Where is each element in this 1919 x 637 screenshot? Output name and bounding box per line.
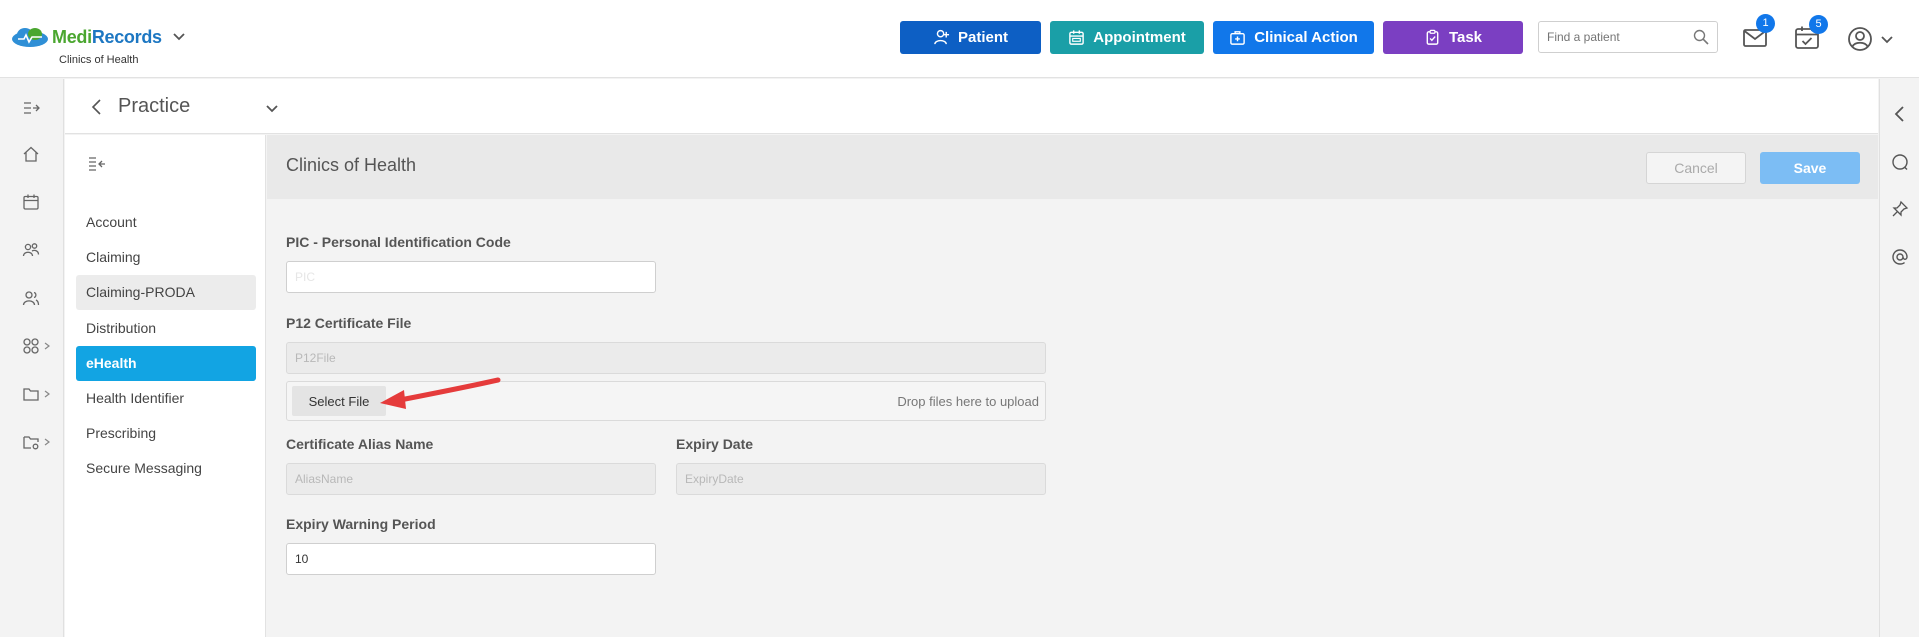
- p12-file-field: P12File: [286, 342, 1046, 374]
- new-appointment-button[interactable]: Appointment: [1050, 21, 1204, 54]
- patient-search[interactable]: [1538, 21, 1718, 53]
- breadcrumb: Practice: [65, 79, 1878, 134]
- user-avatar-icon: [1848, 27, 1872, 51]
- cancel-button[interactable]: Cancel: [1646, 152, 1746, 184]
- tasks-calendar-button[interactable]: 5: [1794, 15, 1828, 51]
- calendar-icon: [1069, 30, 1085, 45]
- sidebar-item-account[interactable]: Account: [76, 205, 256, 240]
- ehealth-settings-panel: Clinics of Health Cancel Save PIC - Pers…: [267, 135, 1878, 637]
- expand-menu-icon[interactable]: [22, 99, 40, 117]
- folder-icon[interactable]: [22, 385, 40, 403]
- appointment-button-label: Appointment: [1093, 29, 1186, 46]
- expiry-date-label: Expiry Date: [676, 436, 754, 452]
- sidebar-item-claiming[interactable]: Claiming: [76, 240, 256, 275]
- drop-files-hint: Drop files here to upload: [897, 394, 1039, 409]
- save-button[interactable]: Save: [1760, 152, 1860, 184]
- folder-settings-icon[interactable]: [22, 433, 40, 451]
- task-button-label: Task: [1448, 29, 1483, 46]
- clinical-action-button[interactable]: Clinical Action: [1213, 21, 1374, 54]
- clipboard-check-icon: [1426, 29, 1439, 45]
- chat-icon[interactable]: [1891, 153, 1909, 171]
- user-menu-button[interactable]: [1847, 26, 1897, 52]
- user-plus-icon: [934, 29, 950, 45]
- pin-icon[interactable]: [1891, 200, 1909, 218]
- logo-records: Records: [91, 26, 162, 47]
- sidebar-item-prescribing[interactable]: Prescribing: [76, 416, 256, 451]
- contacts-icon[interactable]: [22, 289, 40, 307]
- sidebar-item-distribution[interactable]: Distribution: [76, 311, 256, 346]
- chevron-down-icon[interactable]: [172, 30, 186, 44]
- sidebar-item-health-identifier[interactable]: Health Identifier: [76, 381, 256, 416]
- pic-label: PIC - Personal Identification Code: [286, 234, 511, 250]
- chevron-down-icon: [1881, 36, 1893, 44]
- new-task-button[interactable]: Task: [1383, 21, 1523, 54]
- right-icon-rail: [1879, 79, 1919, 637]
- people-group-icon[interactable]: [22, 241, 40, 259]
- app-logo[interactable]: MediRecords: [10, 26, 186, 48]
- chevron-right-icon: [44, 438, 50, 446]
- alias-label: Certificate Alias Name: [286, 436, 434, 452]
- logo-medi: Medi: [52, 26, 92, 47]
- left-icon-rail: [0, 79, 64, 637]
- sidebar-item-ehealth[interactable]: eHealth: [76, 346, 256, 381]
- patient-button-label: Patient: [957, 29, 1008, 46]
- tasks-badge: 5: [1809, 15, 1828, 34]
- expiry-warning-field[interactable]: 10: [286, 543, 656, 575]
- alias-name-field: AliasName: [286, 463, 656, 495]
- chevron-down-icon[interactable]: [266, 104, 278, 114]
- pic-field[interactable]: PIC: [286, 261, 656, 293]
- app-name: MediRecords: [52, 27, 162, 48]
- chevron-right-icon: [44, 342, 50, 350]
- search-icon[interactable]: [1693, 29, 1709, 45]
- at-sign-icon[interactable]: [1891, 248, 1909, 266]
- sidebar-item-secure-messaging[interactable]: Secure Messaging: [76, 451, 256, 486]
- p12-label: P12 Certificate File: [286, 315, 412, 331]
- select-file-button[interactable]: Select File: [292, 386, 386, 416]
- back-arrow-icon[interactable]: [90, 99, 104, 115]
- expiry-warning-label: Expiry Warning Period: [286, 516, 436, 532]
- collapse-menu-icon[interactable]: [88, 156, 106, 172]
- new-patient-button[interactable]: Patient: [900, 21, 1041, 54]
- cloud-logo-icon: [12, 28, 48, 47]
- home-icon[interactable]: [22, 145, 40, 163]
- messages-button[interactable]: 1: [1742, 14, 1775, 50]
- annotation-arrow-icon: [380, 377, 501, 409]
- calendar-icon[interactable]: [22, 193, 40, 211]
- chevron-left-icon[interactable]: [1891, 105, 1909, 123]
- settings-sidebar: Account Claiming Claiming-PRODA Distribu…: [65, 135, 266, 637]
- clinical-action-button-label: Clinical Action: [1254, 29, 1358, 46]
- clinic-name: Clinics of Health: [59, 54, 139, 66]
- modules-icon[interactable]: [22, 337, 40, 355]
- medical-kit-icon: [1230, 31, 1246, 45]
- panel-title: Clinics of Health: [286, 155, 417, 175]
- search-input[interactable]: [1539, 22, 1684, 52]
- panel-header: Clinics of Health Cancel Save: [267, 135, 1878, 199]
- expiry-date-field: ExpiryDate: [676, 463, 1046, 495]
- messages-badge: 1: [1756, 14, 1775, 33]
- top-bar: MediRecords Clinics of Health Patient Ap…: [0, 0, 1919, 78]
- sidebar-item-claiming-proda[interactable]: Claiming-PRODA: [76, 275, 256, 310]
- page-title[interactable]: Practice: [118, 95, 190, 118]
- chevron-right-icon: [44, 390, 50, 398]
